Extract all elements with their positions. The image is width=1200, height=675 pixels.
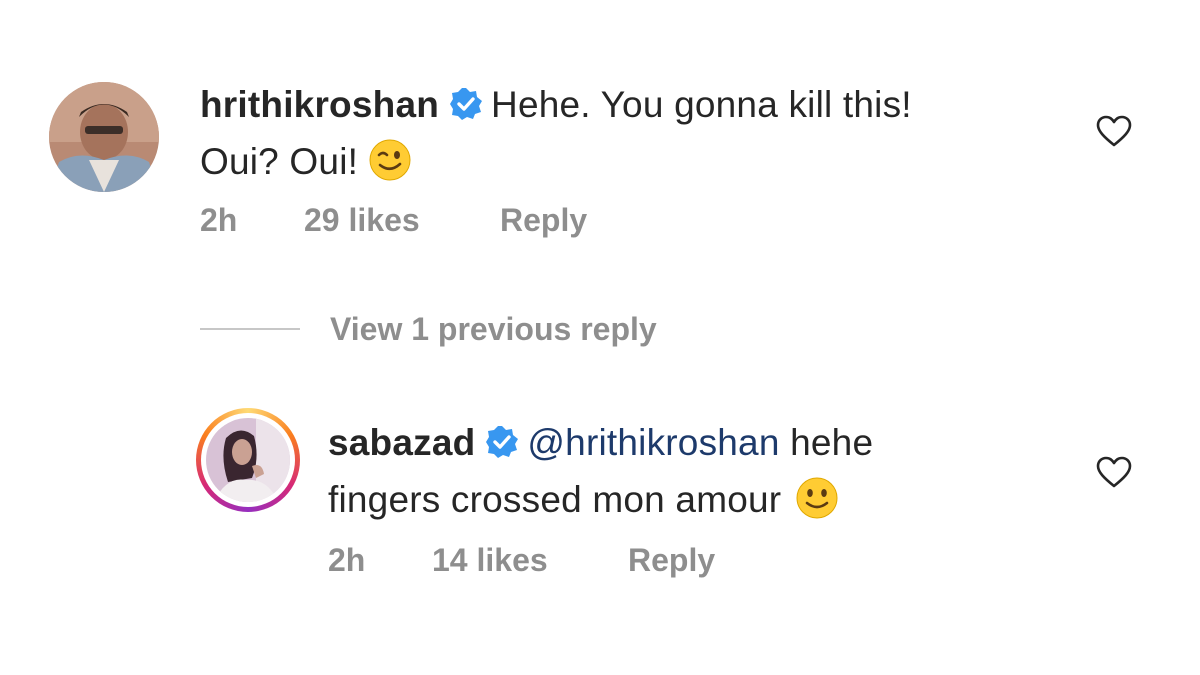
reply-button[interactable]: Reply <box>628 542 715 579</box>
reply-button[interactable]: Reply <box>500 202 587 239</box>
comment-body: hrithikroshan Hehe. You gonna kill this! … <box>200 78 912 196</box>
username[interactable]: hrithikroshan <box>200 84 439 125</box>
comment-text-line2: Oui? Oui! <box>200 141 359 182</box>
slightly-smiling-face-emoji <box>795 476 839 534</box>
view-previous-reply-button[interactable]: View 1 previous reply <box>330 311 657 348</box>
timestamp: 2h <box>200 202 238 238</box>
likes-count[interactable]: 29 likes <box>304 202 500 239</box>
verified-badge-icon <box>449 82 483 135</box>
timestamp: 2h <box>328 542 366 578</box>
comment-text-line2: fingers crossed mon amour <box>328 479 782 520</box>
winking-face-emoji <box>368 138 412 196</box>
replies-divider <box>200 328 300 330</box>
mention-link[interactable]: @hrithikroshan <box>527 422 779 463</box>
comment-text-line1: hehe <box>790 422 874 463</box>
comment-body: sabazad @hrithikroshan hehe fingers cross… <box>328 416 873 534</box>
heart-icon[interactable] <box>1096 115 1132 152</box>
comment-text-line1: Hehe. You gonna kill this! <box>491 84 912 125</box>
likes-count[interactable]: 14 likes <box>432 542 628 579</box>
avatar-hrithikroshan[interactable] <box>49 82 159 192</box>
verified-badge-icon <box>485 420 519 473</box>
avatar-sabazad[interactable] <box>196 408 300 512</box>
comment-meta: 2h 14 likes Reply <box>328 542 715 579</box>
heart-icon[interactable] <box>1096 456 1132 493</box>
username[interactable]: sabazad <box>328 422 475 463</box>
view-replies-row[interactable]: View 1 previous reply <box>200 307 657 351</box>
comment-meta: 2h 29 likes Reply <box>200 202 587 239</box>
